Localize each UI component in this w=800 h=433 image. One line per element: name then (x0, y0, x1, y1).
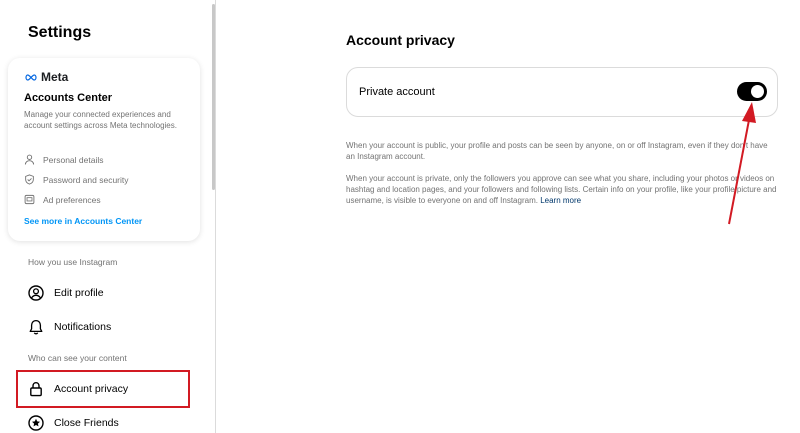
page-title: Account privacy (346, 32, 455, 48)
accounts-center-item-personal-details[interactable]: Personal details (24, 154, 103, 165)
meta-logo: Meta (24, 70, 68, 84)
star-circle-icon (28, 415, 44, 431)
sidebar-scrollbar[interactable] (212, 4, 215, 190)
sidebar-item-label: Edit profile (54, 287, 104, 299)
accounts-center-item-label: Ad preferences (43, 194, 101, 205)
accounts-center-item-ad-preferences[interactable]: Ad preferences (24, 194, 101, 205)
sidebar-title: Settings (28, 24, 92, 41)
private-account-card: Private account (346, 67, 778, 117)
bell-icon (29, 319, 43, 335)
private-account-description: When your account is private, only the f… (346, 173, 778, 206)
settings-sidebar: Settings Meta Accounts Center Manage you… (0, 0, 216, 433)
public-account-description: When your account is public, your profil… (346, 141, 768, 161)
sidebar-item-edit-profile[interactable]: Edit profile (18, 276, 188, 310)
accounts-center-item-password-security[interactable]: Password and security (24, 174, 129, 185)
person-icon (24, 154, 35, 165)
section-label-visibility: Who can see your content (28, 353, 127, 363)
annotation-highlight-box (16, 370, 190, 408)
ad-preferences-icon (24, 194, 35, 205)
sidebar-item-label: Notifications (54, 321, 112, 333)
meta-infinity-icon (25, 73, 37, 81)
private-account-label: Private account (359, 86, 435, 98)
shield-check-icon (25, 174, 34, 185)
learn-more-link[interactable]: Learn more (540, 196, 581, 205)
accounts-center-item-label: Personal details (43, 154, 104, 165)
toggle-knob (751, 85, 764, 98)
profile-circle-icon (28, 285, 44, 301)
accounts-center-title: Accounts Center (24, 92, 113, 104)
accounts-center-description: Manage your connected experiences and ac… (24, 110, 177, 130)
sidebar-item-close-friends[interactable]: Close Friends (18, 406, 188, 433)
sidebar-item-label: Close Friends (54, 417, 119, 429)
private-account-toggle[interactable] (737, 82, 767, 101)
accounts-center-card[interactable]: Meta Accounts Center Manage your connect… (8, 58, 200, 241)
see-more-accounts-center-link[interactable]: See more in Accounts Center (24, 216, 142, 226)
sidebar-item-notifications[interactable]: Notifications (18, 310, 188, 344)
section-label-usage: How you use Instagram (28, 257, 118, 267)
meta-brand-text: Meta (41, 70, 69, 84)
accounts-center-item-label: Password and security (43, 174, 129, 185)
